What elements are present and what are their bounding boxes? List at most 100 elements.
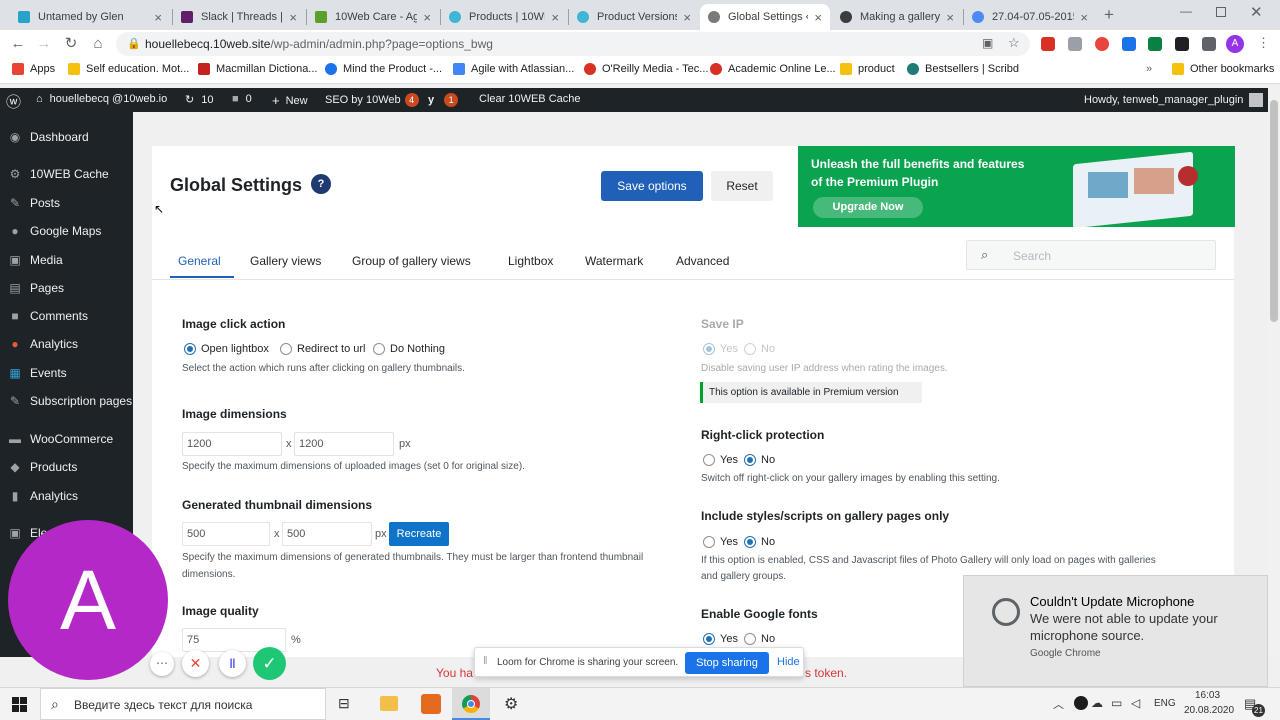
volume-icon[interactable]: ◁ (1131, 696, 1140, 710)
radio-do-nothing[interactable]: Do Nothing (373, 343, 445, 355)
tray-app-icon[interactable] (1074, 696, 1088, 710)
browser-tab[interactable]: Products | 10WE × (441, 4, 567, 30)
language-indicator[interactable]: ENG (1154, 698, 1176, 709)
radio-button[interactable] (703, 633, 715, 645)
close-icon[interactable]: × (551, 10, 559, 25)
close-icon[interactable]: × (423, 10, 431, 25)
back-icon[interactable]: ← (8, 34, 28, 54)
browser-tab[interactable]: 10Web Care - Ag × (307, 4, 439, 30)
sidebar-item-dashboard[interactable]: ◉ Dashboard (0, 124, 133, 150)
tab-general[interactable]: General (178, 254, 221, 268)
home-icon[interactable]: ⌂ (88, 34, 108, 54)
bookmark-star-icon[interactable]: ☆ (1008, 35, 1020, 51)
loom-cancel-icon[interactable]: ✕ (182, 650, 209, 677)
help-icon[interactable]: ? (311, 174, 331, 194)
reset-button[interactable]: Reset (711, 171, 773, 201)
admin-bar-site[interactable]: ⌂ houellebecq @10web.io (36, 93, 167, 105)
windows-notification[interactable]: Couldn't Update Microphone We were not a… (963, 575, 1268, 687)
stop-sharing-button[interactable]: Stop sharing (685, 652, 769, 674)
browser-tab[interactable]: Product Versions × (569, 4, 699, 30)
radio-button[interactable] (373, 343, 385, 355)
loom-pause-icon[interactable]: ‖ (219, 650, 246, 677)
drag-handle-icon[interactable]: ‖ (483, 655, 488, 667)
sidebar-item-events[interactable]: ▦ Events (0, 360, 133, 386)
bookmark-item[interactable]: Mind the Product -... (325, 63, 442, 75)
include-scripts-no[interactable]: No (744, 536, 775, 548)
bookmark-apps[interactable]: Apps (12, 63, 55, 75)
camera-blocked-icon[interactable]: ▣ (982, 36, 993, 50)
extension-icon[interactable] (1122, 37, 1136, 51)
browser-tab[interactable]: 27.04-07.05-2015 × (964, 4, 1096, 30)
extension-icon[interactable] (1148, 37, 1162, 51)
minimize-icon[interactable]: — (1180, 4, 1192, 18)
right-click-no[interactable]: No (744, 454, 775, 466)
sidebar-item-comments[interactable]: ■ Comments (0, 303, 133, 329)
save-options-button[interactable]: Save options (601, 171, 703, 201)
radio-button[interactable] (744, 536, 756, 548)
admin-bar-seo[interactable]: SEO by 10Web 4 (325, 93, 419, 107)
admin-bar-yoast[interactable]: y1 (428, 93, 459, 107)
extension-icon[interactable] (1041, 37, 1055, 51)
taskbar-app-icon[interactable] (421, 694, 441, 714)
radio-button[interactable] (280, 343, 292, 355)
tab-watermark[interactable]: Watermark (585, 254, 643, 268)
loom-more-icon[interactable]: ⋯ (150, 652, 174, 676)
radio-open-lightbox[interactable]: Open lightbox (184, 343, 269, 355)
new-tab-icon[interactable]: + (1104, 5, 1114, 25)
bookmark-other[interactable]: Other bookmarks (1172, 63, 1274, 75)
sidebar-item-posts[interactable]: ✎ Posts (0, 190, 133, 216)
scrollbar-thumb[interactable] (1270, 100, 1278, 322)
clock-date[interactable]: 20.08.2020 (1184, 705, 1234, 716)
browser-tab-active[interactable]: Global Settings ‹ × (700, 4, 830, 30)
browser-tab[interactable]: Untamed by Glen × (10, 4, 170, 30)
bookmark-item[interactable]: product (840, 63, 895, 75)
hide-button[interactable]: Hide (777, 656, 800, 668)
address-bar[interactable]: 🔒 houellebecq.10web.site/wp-admin/admin.… (116, 32, 1030, 56)
wordpress-logo-icon[interactable]: ⓦ (6, 91, 21, 112)
sidebar-item-analytics-2[interactable]: ▮ Analytics (0, 483, 133, 509)
bookmark-item[interactable]: O'Reilly Media - Tec... (584, 63, 708, 75)
extension-icon[interactable] (1175, 37, 1189, 51)
close-icon[interactable]: × (1080, 10, 1088, 25)
menu-kebab-icon[interactable]: ⋮ (1257, 35, 1270, 51)
sidebar-item-woocommerce[interactable]: ▬ WooCommerce (0, 426, 133, 452)
recreate-button[interactable]: Recreate (389, 522, 449, 546)
admin-bar-clear-cache[interactable]: Clear 10WEB Cache (479, 93, 581, 105)
sidebar-item-pages[interactable]: ▤ Pages (0, 275, 133, 301)
profile-avatar[interactable]: A (1226, 35, 1244, 53)
admin-bar-new[interactable]: + New (272, 93, 308, 108)
forward-icon[interactable]: → (34, 34, 54, 54)
page-scrollbar[interactable] (1268, 88, 1280, 657)
extension-icon[interactable] (1095, 37, 1109, 51)
sidebar-item-media[interactable]: ▣ Media (0, 247, 133, 273)
admin-bar-account[interactable]: Howdy, tenweb_manager_plugin (1084, 93, 1264, 107)
right-click-yes[interactable]: Yes (703, 454, 738, 466)
admin-bar-updates[interactable]: ↻ 10 (185, 93, 213, 107)
bookmark-item[interactable]: Macmillan Dictiona... (198, 63, 317, 75)
taskbar-search-box[interactable]: ⌕ Введите здесь текст для поиска (40, 688, 326, 720)
tray-chevron-icon[interactable]: ︿ (1053, 696, 1064, 712)
tab-lightbox[interactable]: Lightbox (508, 254, 553, 268)
tab-gallery-views[interactable]: Gallery views (250, 254, 321, 268)
admin-bar-comments[interactable]: ■ 0 (232, 93, 252, 105)
sidebar-item-google-maps[interactable]: ● Google Maps (0, 218, 133, 244)
extensions-puzzle-icon[interactable] (1202, 37, 1216, 51)
taskbar-chrome-active[interactable] (452, 688, 490, 720)
network-icon[interactable]: ☁ (1091, 696, 1103, 710)
extension-icon[interactable] (1068, 37, 1082, 51)
close-icon[interactable]: × (154, 10, 162, 25)
bookmark-item[interactable]: Academic Online Le... (710, 63, 836, 75)
thumbnail-width-input[interactable]: 500 (182, 522, 270, 546)
file-explorer-icon[interactable] (380, 696, 398, 711)
radio-redirect-to-url[interactable]: Redirect to url (280, 343, 365, 355)
loom-camera-bubble[interactable]: A (8, 520, 168, 680)
image-width-input[interactable]: 1200 (182, 432, 282, 456)
close-icon[interactable]: × (946, 10, 954, 25)
settings-gear-icon[interactable]: ⚙ (504, 694, 518, 714)
bookmark-item[interactable]: Bestsellers | Scribd (907, 63, 1019, 75)
google-fonts-no[interactable]: No (744, 633, 775, 645)
sidebar-item-analytics[interactable]: ● Analytics (0, 331, 133, 357)
radio-button[interactable] (744, 633, 756, 645)
windows-start-icon[interactable] (12, 697, 27, 712)
tab-advanced[interactable]: Advanced (676, 254, 729, 268)
